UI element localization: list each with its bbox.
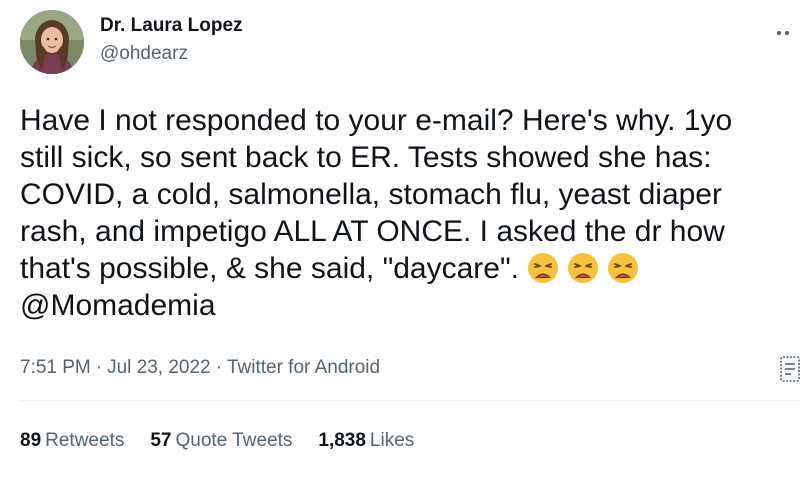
divider <box>20 400 800 401</box>
tweet-time[interactable]: 7:51 PM <box>20 357 91 378</box>
avatar-image <box>20 10 84 74</box>
quote-tweets-stat[interactable]: 57 Quote Tweets <box>150 429 292 453</box>
meta-separator: · <box>215 357 222 378</box>
weary-face-emoji-icon <box>527 253 558 283</box>
mention-link[interactable]: @Momademia <box>20 289 216 322</box>
retweets-stat[interactable]: 89 Retweets <box>20 429 124 453</box>
likes-count: 1,838 <box>318 430 366 451</box>
author-handle[interactable]: @ohdearz <box>100 42 243 66</box>
retweets-count: 89 <box>20 430 42 451</box>
tweet-card: Dr. Laura Lopez @ohdearz Have I not resp… <box>0 0 800 479</box>
analytics-icon[interactable] <box>780 356 800 382</box>
meta-separator: · <box>95 357 103 378</box>
author-block: Dr. Laura Lopez @ohdearz <box>100 14 243 66</box>
tweet-meta: 7:51 PM · Jul 23, 2022 · Twitter for Android <box>20 356 380 380</box>
tweet-body: Have I not responded to your e-mail? Her… <box>20 102 780 324</box>
weary-face-emoji-icon <box>607 253 638 283</box>
weary-face-emoji-icon <box>567 253 598 283</box>
tweet-date[interactable]: Jul 23, 2022 <box>107 357 211 378</box>
author-display-name[interactable]: Dr. Laura Lopez <box>100 14 243 38</box>
engagement-stats: 89 Retweets 57 Quote Tweets 1,838 Likes <box>20 429 414 453</box>
quote-tweets-label: Quote Tweets <box>175 430 293 451</box>
retweets-label: Retweets <box>45 430 125 451</box>
likes-stat[interactable]: 1,838 Likes <box>318 429 414 453</box>
quote-tweets-count: 57 <box>150 430 172 451</box>
tweet-source[interactable]: Twitter for Android <box>227 357 380 378</box>
avatar[interactable] <box>20 10 84 74</box>
more-options-icon[interactable] <box>777 22 800 42</box>
likes-label: Likes <box>369 430 415 451</box>
emoji-group <box>527 252 639 284</box>
